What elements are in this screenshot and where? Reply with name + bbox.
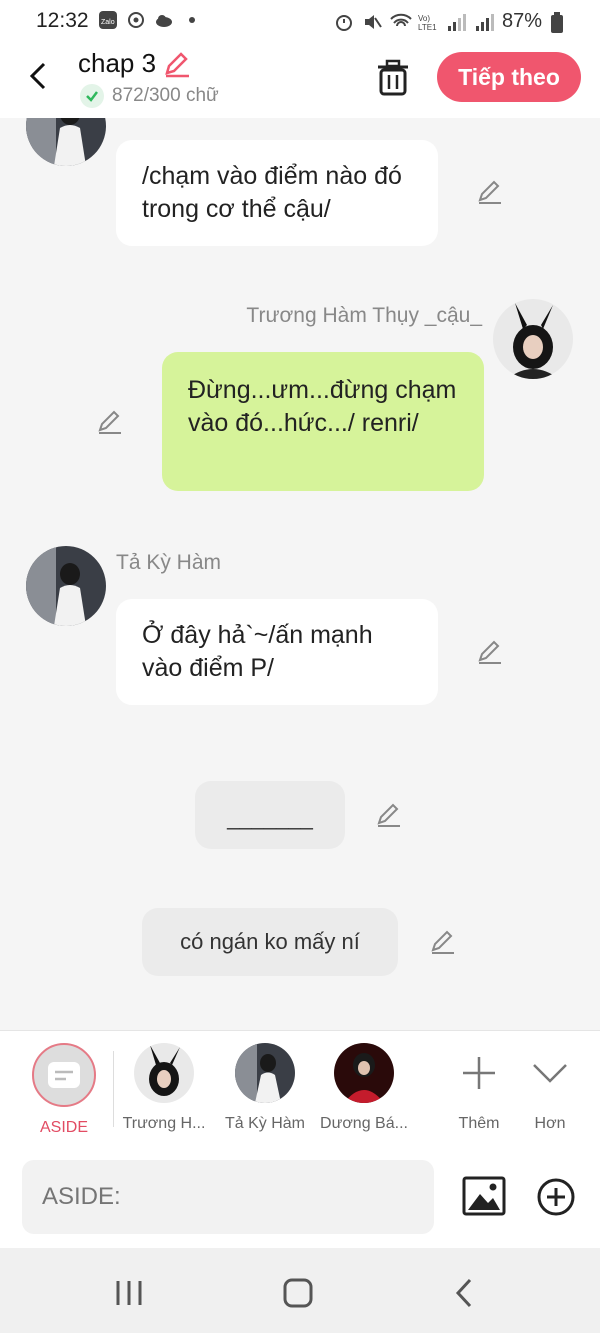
character-label: Tả Kỳ Hàm bbox=[224, 1115, 305, 1132]
check-icon bbox=[80, 84, 104, 108]
sender-name: Tả Kỳ Hàm bbox=[116, 551, 222, 574]
character-label: Trương H... bbox=[122, 1115, 206, 1132]
character-duong-ba[interactable]: Dương Bá... bbox=[314, 1043, 414, 1143]
add-button[interactable] bbox=[537, 1178, 575, 1216]
message-input[interactable] bbox=[22, 1160, 434, 1234]
aside-bubble-2[interactable]: có ngán ko mấy ní bbox=[142, 908, 398, 976]
editor-header: chap 3 872/300 chữ Tiếp theo bbox=[0, 42, 600, 118]
input-bar bbox=[0, 1148, 600, 1248]
word-count-text: 872/300 chữ bbox=[112, 85, 219, 106]
battery-percent: 87% bbox=[501, 10, 542, 32]
notification-icons: Zalo bbox=[98, 10, 202, 30]
recents-icon bbox=[116, 1281, 142, 1305]
chat-area[interactable]: /chạm vào điểm nào đó trong cơ thể cậu/ … bbox=[0, 118, 600, 1030]
image-button[interactable] bbox=[462, 1176, 506, 1216]
alarm-icon bbox=[334, 12, 354, 32]
system-icons: Vo) LTE1 87% bbox=[334, 10, 570, 33]
svg-text:LTE1: LTE1 bbox=[418, 23, 437, 32]
svg-text:Vo): Vo) bbox=[418, 14, 430, 23]
aside-avatar bbox=[32, 1043, 96, 1107]
edit-message-icon[interactable] bbox=[476, 178, 504, 206]
message-bubble-2[interactable]: Đừng...ưm...đừng chạm vào đó...hức.../ r… bbox=[162, 352, 484, 491]
character-avatar bbox=[235, 1043, 295, 1103]
aside-text: có ngán ko mấy ní bbox=[180, 929, 360, 954]
message-text: /chạm vào điểm nào đó trong cơ thể cậu/ bbox=[142, 162, 402, 223]
cloud-icon bbox=[154, 10, 174, 30]
recents-button[interactable] bbox=[112, 1278, 148, 1308]
message-text: Đừng...ưm...đừng chạm vào đó...hức.../ r… bbox=[188, 376, 457, 437]
edit-message-icon[interactable] bbox=[375, 801, 403, 829]
more-button[interactable]: Hơn bbox=[500, 1043, 600, 1143]
home-button[interactable] bbox=[282, 1277, 314, 1309]
message-bubble-3[interactable]: Ở đây hả`~/ấn mạnh vào điểm P/ bbox=[116, 599, 438, 705]
character-label: Dương Bá... bbox=[320, 1115, 408, 1132]
image-icon bbox=[462, 1176, 506, 1216]
edit-message-icon[interactable] bbox=[429, 928, 457, 956]
character-label: ASIDE bbox=[39, 1119, 88, 1136]
edit-message-icon[interactable] bbox=[96, 408, 124, 436]
system-nav-bar bbox=[0, 1248, 600, 1333]
status-bar: 12:32 Zalo Vo) LTE1 87% bbox=[0, 0, 600, 42]
zalo-icon: Zalo bbox=[98, 10, 118, 30]
system-back-button[interactable] bbox=[452, 1277, 476, 1309]
next-button[interactable]: Tiếp theo bbox=[437, 52, 581, 102]
signal-icon-2 bbox=[474, 12, 494, 32]
character-selector: ASIDE Trương H... Tả Kỳ Hàm Dương Bá... … bbox=[0, 1030, 600, 1149]
sender-name: Trương Hàm Thụy _cậu_ bbox=[246, 304, 482, 327]
word-count: 872/300 chữ bbox=[80, 84, 219, 108]
character-truong-ham-thuy[interactable]: Trương H... bbox=[114, 1043, 214, 1143]
character-avatar bbox=[134, 1043, 194, 1103]
svg-text:Zalo: Zalo bbox=[101, 19, 115, 26]
chevron-left-icon bbox=[29, 62, 46, 90]
character-aside[interactable]: ASIDE bbox=[14, 1043, 114, 1143]
avatar-image bbox=[26, 546, 106, 626]
character-avatar bbox=[334, 1043, 394, 1103]
battery-icon bbox=[550, 11, 570, 33]
message-bubble-1[interactable]: /chạm vào điểm nào đó trong cơ thể cậu/ bbox=[116, 140, 438, 246]
avatar-image bbox=[26, 118, 106, 166]
volte-icon: Vo) LTE1 bbox=[418, 12, 438, 32]
home-icon bbox=[283, 1278, 313, 1308]
chevron-down-icon bbox=[520, 1043, 580, 1103]
aside-text: _______ bbox=[227, 805, 313, 830]
signal-icon bbox=[446, 12, 466, 32]
more-label: Hơn bbox=[534, 1115, 566, 1132]
trash-icon bbox=[378, 59, 408, 96]
chapter-title[interactable]: chap 3 bbox=[78, 48, 192, 79]
plus-circle-icon bbox=[537, 1178, 575, 1216]
character-ta-ky-ham[interactable]: Tả Kỳ Hàm bbox=[215, 1043, 315, 1143]
back-arrow-icon bbox=[455, 1278, 472, 1308]
status-time: 12:32 bbox=[36, 9, 89, 32]
avatar-ta-ky-ham[interactable] bbox=[26, 118, 106, 166]
chapter-title-text: chap 3 bbox=[78, 48, 157, 78]
message-text: Ở đây hả`~/ấn mạnh vào điểm P/ bbox=[142, 621, 373, 682]
avatar-truong-ham-thuy[interactable] bbox=[493, 299, 573, 379]
delete-button[interactable] bbox=[374, 58, 412, 98]
sync-icon bbox=[126, 10, 146, 30]
edit-title-icon[interactable] bbox=[162, 49, 192, 79]
message-icon bbox=[48, 1062, 80, 1088]
wifi-icon bbox=[390, 12, 412, 32]
avatar-ta-ky-ham[interactable] bbox=[26, 546, 106, 626]
back-button[interactable] bbox=[24, 58, 54, 94]
dot-icon bbox=[182, 10, 202, 30]
aside-bubble-1[interactable]: _______ bbox=[195, 781, 345, 849]
avatar-image bbox=[493, 299, 573, 379]
edit-message-icon[interactable] bbox=[476, 638, 504, 666]
mute-icon bbox=[362, 12, 382, 32]
